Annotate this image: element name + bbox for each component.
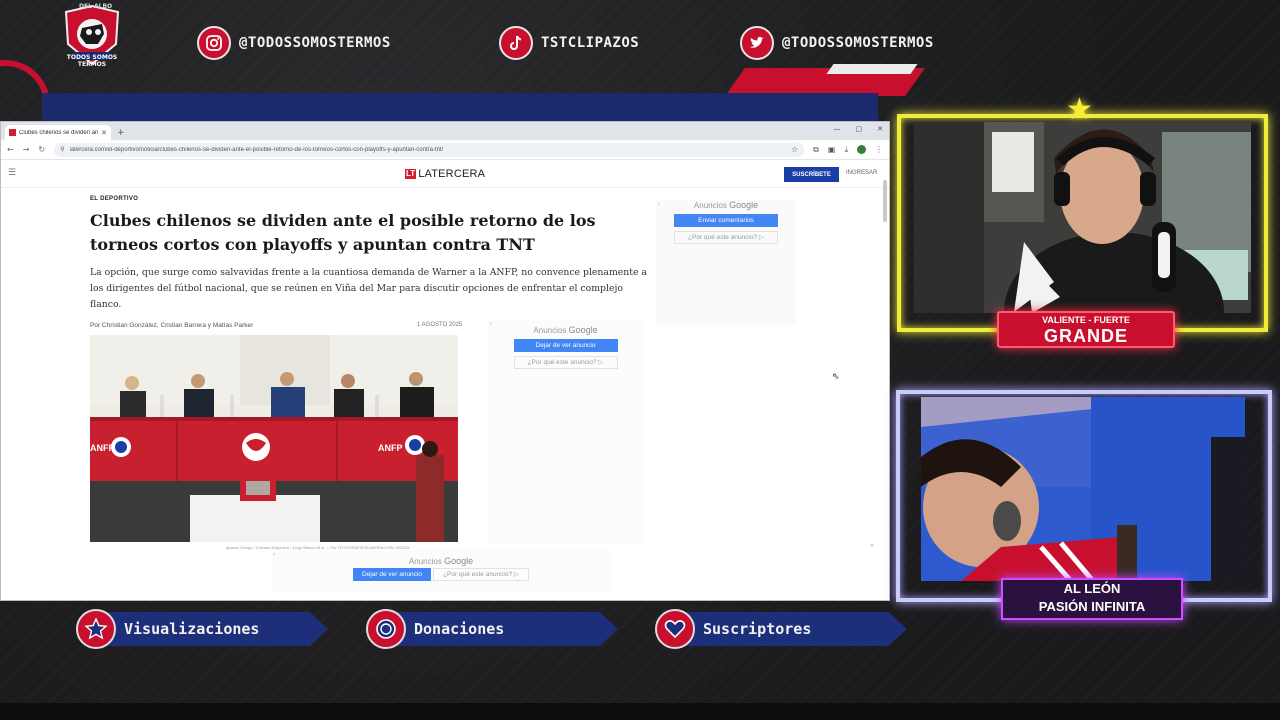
web-page: ☰ LT LATERCERA SUSCRÍBETE INGRESAR EL DE… [1, 160, 889, 600]
mouse-cursor-icon: ⇖ [832, 372, 840, 382]
photo-banner-right: ANFP [378, 443, 403, 453]
twitter-handle: @TODOSSOMOSTERMOS [782, 35, 934, 51]
label-title: GRANDE [1043, 326, 1128, 346]
profile-avatar[interactable] [857, 145, 866, 154]
site-logo-name: LATERCERA [418, 168, 486, 180]
ad-slot-middle: ‹ Anuncios Google Dejar de ver anuncio ¿… [488, 319, 643, 544]
label-line1: AL LEÓN [1063, 581, 1121, 596]
back-icon[interactable]: ← [7, 145, 14, 154]
forward-icon[interactable]: → [23, 145, 30, 154]
ad-back-icon[interactable]: ‹ [273, 552, 275, 558]
social-twitter: @TODOSSOMOSTERMOS [740, 26, 934, 60]
article-lede: La opción, que surge como salvavidas fre… [90, 267, 648, 310]
footer-strip [0, 703, 1280, 720]
why-this-ad-button[interactable]: ¿Por qué este anuncio? ▷ [674, 231, 778, 244]
stat-label: Donaciones [414, 620, 505, 638]
why-this-ad-button[interactable]: ¿Por qué este anuncio? ▷ [513, 356, 618, 369]
stop-seeing-ad-button[interactable]: Dejar de ver anuncio [353, 568, 431, 581]
minimize-icon[interactable]: — [834, 125, 841, 133]
sidepanel-icon[interactable]: ▣ [828, 145, 836, 154]
coin-icon [366, 609, 406, 649]
site-info-icon[interactable]: ⚲ [60, 146, 64, 153]
url-field[interactable]: ⚲ latercera.com/el-deportivo/noticia/clu… [54, 142, 805, 157]
chevron-down-icon[interactable]: ⌄ [869, 540, 875, 548]
site-header: ☰ LT LATERCERA SUSCRÍBETE INGRESAR [1, 160, 889, 188]
ad-back-icon[interactable]: ‹ [658, 202, 660, 208]
ad-label: Anuncios Google [693, 200, 759, 210]
logo-bottom-text: TODOS SOMOS TERMOS [66, 54, 118, 68]
why-this-ad-button[interactable]: ¿Por qué este anuncio? ▷ [433, 568, 529, 581]
webcam-feed-bottom [921, 397, 1245, 581]
reload-icon[interactable]: ↻ [38, 145, 45, 154]
article-photo: ANFP ANFP [90, 335, 458, 542]
section-label[interactable]: EL DEPORTIVO [90, 196, 138, 202]
close-window-icon[interactable]: ✕ [877, 125, 883, 133]
logo-top-text: DEL ALBO [79, 3, 113, 10]
address-bar-row: ← → ↻ ⚲ latercera.com/el-deportivo/notic… [1, 140, 889, 160]
star-icon: ★ [1066, 92, 1093, 127]
ad-slot-bottom: ‹ Anuncios Google Dejar de ver anuncio ¿… [271, 550, 611, 592]
page-scrollbar[interactable] [883, 180, 887, 222]
webcam-feed-top [914, 122, 1251, 313]
maximize-icon[interactable]: ▢ [856, 125, 863, 133]
tiktok-icon [499, 26, 533, 60]
send-feedback-button[interactable]: Enviar comentarios [674, 214, 778, 227]
tab-title: Clubes chilenos se dividen ante [19, 129, 99, 136]
instagram-icon [197, 26, 231, 60]
browser-tab[interactable]: Clubes chilenos se dividen ante ✕ [5, 125, 111, 140]
subscribe-button[interactable]: SUSCRÍBETE [784, 167, 839, 182]
label-subtitle: VALIENTE - FUERTE [1042, 315, 1130, 325]
site-logo-mark: LT [405, 169, 417, 179]
close-tab-icon[interactable]: ✕ [101, 129, 107, 137]
ad-label: Anuncios Google [533, 325, 598, 335]
instagram-handle: @TODOSSOMOSTERMOS [239, 35, 391, 51]
label-line2: PASIÓN INFINITA [1038, 599, 1146, 614]
ad-slot-right: ‹ Anuncios Google Enviar comentarios ¿Po… [656, 200, 796, 325]
decorative-blue-band [42, 93, 878, 121]
photo-banner-left: ANFP [90, 443, 115, 453]
heart-icon [655, 609, 695, 649]
extensions-icon[interactable]: ⧉ [813, 145, 819, 155]
window-controls: — ▢ ✕ [834, 125, 884, 133]
site-logo[interactable]: LT LATERCERA [405, 168, 485, 180]
ad-label: Anuncios Google [408, 556, 474, 566]
ad-back-icon[interactable]: ‹ [490, 321, 492, 327]
social-instagram: @TODOSSOMOSTERMOS [197, 26, 391, 60]
login-link[interactable]: INGRESAR [846, 170, 877, 176]
browser-window: Clubes chilenos se dividen ante ✕ + — ▢ … [0, 121, 890, 601]
article-byline: Por Christian González, Cristian Barrera… [90, 322, 254, 329]
social-tiktok: TSTCLIPAZOS [499, 26, 639, 60]
bookmark-star-icon[interactable]: ☆ [791, 145, 798, 154]
url-text: latercera.com/el-deportivo/noticia/clube… [69, 146, 444, 153]
webcam-label-top: VALIENTE - FUERTE GRANDE [997, 311, 1175, 348]
hamburger-search-icon[interactable]: ☰ [8, 168, 16, 178]
twitter-icon [740, 26, 774, 60]
article-date: 1 AGOSTO 2025 [417, 322, 463, 328]
stat-label: Suscriptores [703, 620, 812, 638]
stop-seeing-ad-button[interactable]: Dejar de ver anuncio [513, 339, 618, 352]
tiktok-handle: TSTCLIPAZOS [541, 35, 640, 51]
new-tab-icon[interactable]: + [117, 128, 125, 138]
webcam-label-bottom: AL LEÓN PASIÓN INFINITA [1001, 578, 1183, 620]
article-headline: Clubes chilenos se dividen ante el posib… [90, 211, 596, 254]
menu-kebab-icon[interactable]: ⋮ [875, 145, 883, 154]
decorative-white-stripe [826, 64, 918, 74]
star-icon [76, 609, 116, 649]
download-icon[interactable]: ⤓ [844, 145, 848, 155]
tab-bar: Clubes chilenos se dividen ante ✕ + — ▢ … [1, 122, 889, 140]
favicon-icon [9, 129, 16, 136]
stat-label: Visualizaciones [124, 620, 260, 638]
